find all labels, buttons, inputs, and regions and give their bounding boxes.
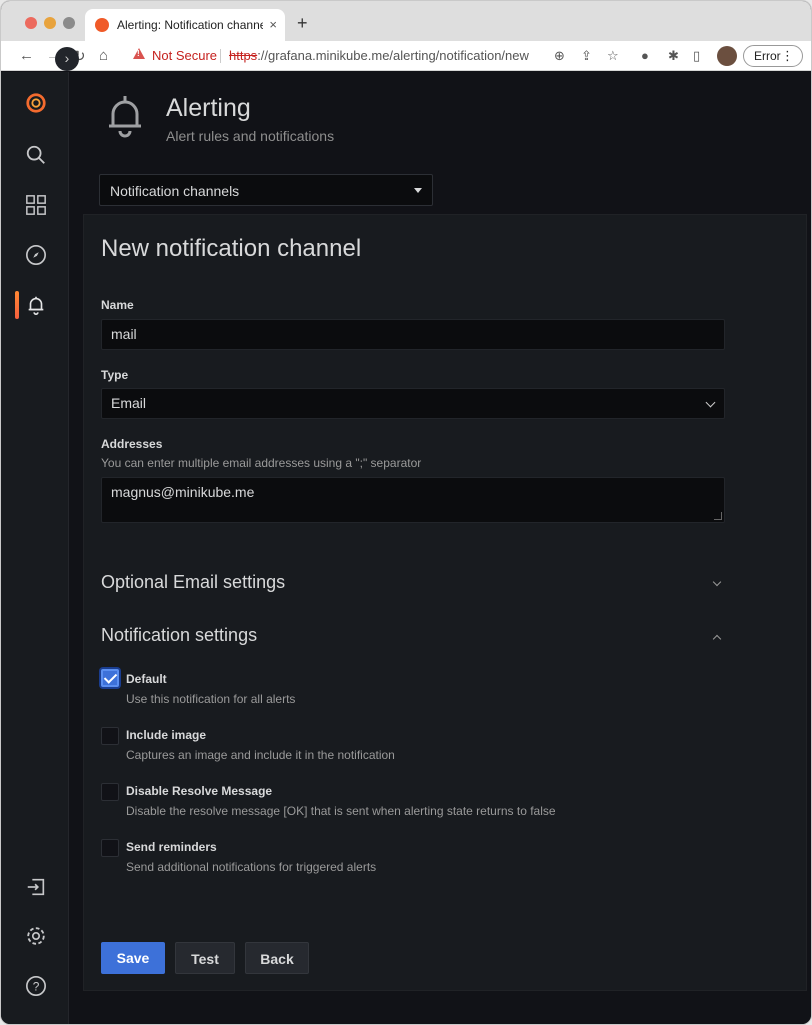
addresses-label: Addresses <box>101 437 163 451</box>
dashboards-icon[interactable] <box>25 194 47 216</box>
url-field[interactable]: https://grafana.minikube.me/alerting/not… <box>229 48 529 63</box>
section-nav-select[interactable]: Notification channels <box>99 174 433 206</box>
expand-sidebar-chevron-icon[interactable]: › <box>55 47 79 71</box>
help-icon[interactable]: ? <box>25 975 47 997</box>
send-reminders-description: Send additional notifications for trigge… <box>126 860 377 874</box>
collapse-chevron-up-icon[interactable] <box>712 634 722 644</box>
type-select[interactable]: Email <box>101 388 725 419</box>
disable-resolve-label: Disable Resolve Message <box>126 784 273 798</box>
grafana-logo-icon[interactable] <box>25 92 47 114</box>
page-subtitle: Alert rules and notifications <box>166 128 335 144</box>
type-select-value: Email <box>111 395 147 411</box>
default-checkbox[interactable] <box>101 669 119 687</box>
include-image-checkbox[interactable] <box>101 727 119 745</box>
addresses-description: You can enter multiple email addresses u… <box>101 456 422 470</box>
form-panel: New notification channel Name mail Type … <box>83 214 807 991</box>
minimize-window-button[interactable] <box>44 17 56 29</box>
not-secure-label[interactable]: Not Secure <box>152 48 217 63</box>
tab-close-icon[interactable]: × <box>269 17 277 32</box>
extension-check-icon[interactable]: ● <box>641 48 649 63</box>
svg-text:?: ? <box>33 980 40 994</box>
save-button[interactable]: Save <box>101 942 165 974</box>
tab-title: Alerting: Notification channels <box>117 18 263 32</box>
extensions-puzzle-icon[interactable]: ✱ <box>668 48 679 64</box>
grafana-favicon-icon <box>95 18 109 32</box>
form-heading: New notification channel <box>101 235 362 262</box>
caret-down-icon <box>414 188 422 193</box>
include-image-label: Include image <box>126 728 207 742</box>
side-panel-icon[interactable]: ▯ <box>693 48 700 64</box>
url-path: ://grafana.minikube.me/alerting/notifica… <box>257 48 529 63</box>
addresses-value: magnus@minikube.me <box>111 484 255 500</box>
back-button[interactable]: Back <box>245 942 309 974</box>
url-divider <box>220 49 221 63</box>
search-icon[interactable] <box>25 144 47 166</box>
optional-email-settings-header[interactable]: Optional Email settings <box>101 572 285 593</box>
notification-settings-header[interactable]: Notification settings <box>101 625 257 646</box>
default-label: Default <box>126 672 167 686</box>
new-tab-button[interactable]: + <box>297 13 308 34</box>
error-button[interactable]: Error ⋮ <box>743 45 803 67</box>
disable-resolve-checkbox[interactable] <box>101 783 119 801</box>
close-window-button[interactable] <box>25 17 37 29</box>
send-reminders-label: Send reminders <box>126 840 217 854</box>
chevron-down-icon <box>705 397 716 408</box>
addresses-textarea[interactable]: magnus@minikube.me <box>101 477 725 523</box>
include-image-description: Captures an image and include it in the … <box>126 748 395 762</box>
name-input[interactable]: mail <box>101 319 725 350</box>
page-title: Alerting <box>166 94 251 122</box>
section-nav-value: Notification channels <box>110 183 240 199</box>
test-button[interactable]: Test <box>175 942 235 974</box>
zoom-icon[interactable]: ⊕ <box>554 48 565 64</box>
name-label: Name <box>101 298 134 312</box>
expand-chevron-down-icon[interactable] <box>712 577 722 587</box>
warning-icon <box>133 48 145 59</box>
explore-compass-icon[interactable] <box>25 244 47 266</box>
tab-strip: Alerting: Notification channels × + <box>1 1 811 41</box>
sign-in-icon[interactable] <box>25 876 47 898</box>
share-icon[interactable]: ⇪ <box>581 48 592 64</box>
settings-gear-icon[interactable] <box>25 925 47 947</box>
type-label: Type <box>101 368 129 382</box>
grafana-sidebar: ? <box>1 72 69 1024</box>
maximize-window-button[interactable] <box>63 17 75 29</box>
disable-resolve-description: Disable the resolve message [OK] that is… <box>126 804 556 818</box>
alerting-bell-icon[interactable] <box>25 294 47 316</box>
back-arrow-icon[interactable]: ← <box>19 47 34 64</box>
browser-tab[interactable]: Alerting: Notification channels × <box>85 9 285 41</box>
home-icon[interactable]: ⌂ <box>99 47 108 64</box>
bookmark-star-icon[interactable]: ☆ <box>607 48 619 64</box>
error-label: Error <box>754 49 781 63</box>
address-bar: ← → ↻ ⌂ Not Secure https://grafana.minik… <box>1 41 811 71</box>
browser-menu-icon: ⋮ <box>781 48 794 63</box>
send-reminders-checkbox[interactable] <box>101 839 119 857</box>
default-description: Use this notification for all alerts <box>126 692 296 706</box>
profile-avatar[interactable] <box>717 46 737 66</box>
url-scheme: https <box>229 48 258 63</box>
sidebar-active-indicator <box>15 291 19 319</box>
resize-handle-icon[interactable] <box>714 512 722 520</box>
browser-window: Alerting: Notification channels × + ← → … <box>0 0 812 1025</box>
alerting-header-bell-icon <box>109 96 141 138</box>
main-content: Alerting Alert rules and notifications N… <box>69 72 811 1024</box>
